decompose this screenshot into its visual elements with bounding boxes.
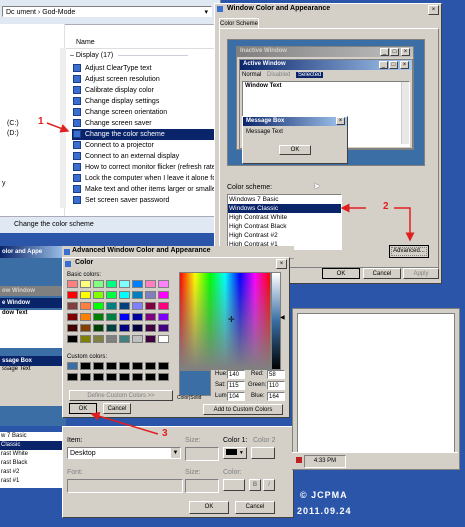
watermark-date: 2011.09.24: [297, 506, 352, 516]
arrow-2b: [394, 207, 415, 242]
annotation-3: 3: [162, 428, 168, 439]
arrow-3: [90, 411, 159, 435]
annotation-arrows: [46, 122, 415, 435]
annotation-2: 2: [383, 201, 389, 212]
watermark-brand: © JCPMA: [300, 490, 348, 500]
annotation-1: 1: [38, 116, 44, 127]
arrow-1: [46, 122, 70, 133]
